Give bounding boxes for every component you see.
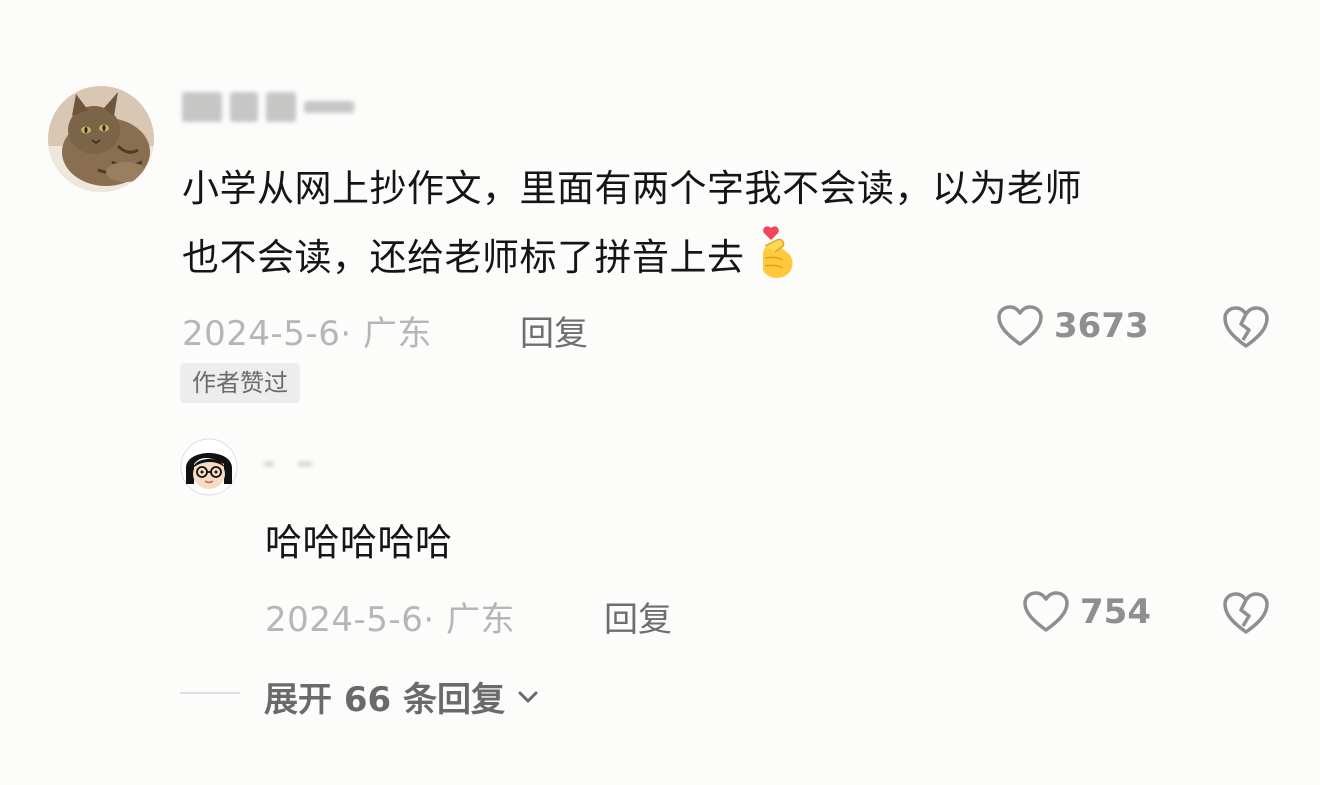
chevron-down-icon: [518, 691, 538, 702]
finger-heart-emoji: [762, 226, 792, 278]
comment-reply-button[interactable]: 回复: [520, 306, 588, 355]
commenter-username-blurred[interactable]: [182, 92, 357, 122]
comment-text-line-2-text: 也不会读，还给老师标了拼音上去: [182, 236, 745, 279]
expand-divider: [180, 692, 240, 694]
comment-date-location: 2024-5-6· 广东: [182, 314, 432, 354]
broken-heart-icon: [1223, 592, 1269, 634]
girl-avatar-image: [180, 438, 238, 496]
comment-like-button[interactable]: 3673: [996, 304, 1149, 348]
reply-like-count: 754: [1080, 592, 1151, 632]
replier-avatar[interactable]: [180, 438, 238, 496]
reply-dislike-button[interactable]: [1222, 590, 1270, 640]
reply-like-button[interactable]: 754: [1022, 590, 1151, 634]
expand-replies-label: 展开 66 条回复: [264, 680, 505, 720]
cat-avatar-image: [48, 86, 154, 192]
broken-heart-icon: [1223, 306, 1269, 348]
comment-dislike-button[interactable]: [1222, 304, 1270, 354]
comment-body: 小学从网上抄作文，里面有两个字我不会读，以为老师 也不会读，还给老师标了拼音上去: [182, 154, 1262, 292]
comment-text-line-2: 也不会读，还给老师标了拼音上去: [182, 223, 1262, 292]
reply-reply-button[interactable]: 回复: [604, 592, 672, 641]
heart-outline-icon: [997, 305, 1043, 346]
comment-like-count: 3673: [1054, 306, 1149, 346]
commenter-avatar[interactable]: [48, 86, 154, 192]
comment-text-line-1: 小学从网上抄作文，里面有两个字我不会读，以为老师: [182, 167, 1082, 210]
replier-username-blurred[interactable]: [264, 458, 314, 470]
expand-replies-button[interactable]: 展开 66 条回复: [264, 672, 541, 721]
reply-body: 哈哈哈哈哈: [265, 521, 453, 564]
author-liked-badge: 作者赞过: [180, 363, 300, 403]
reply-date-location: 2024-5-6· 广东: [265, 600, 515, 640]
heart-outline-icon: [1023, 591, 1069, 632]
